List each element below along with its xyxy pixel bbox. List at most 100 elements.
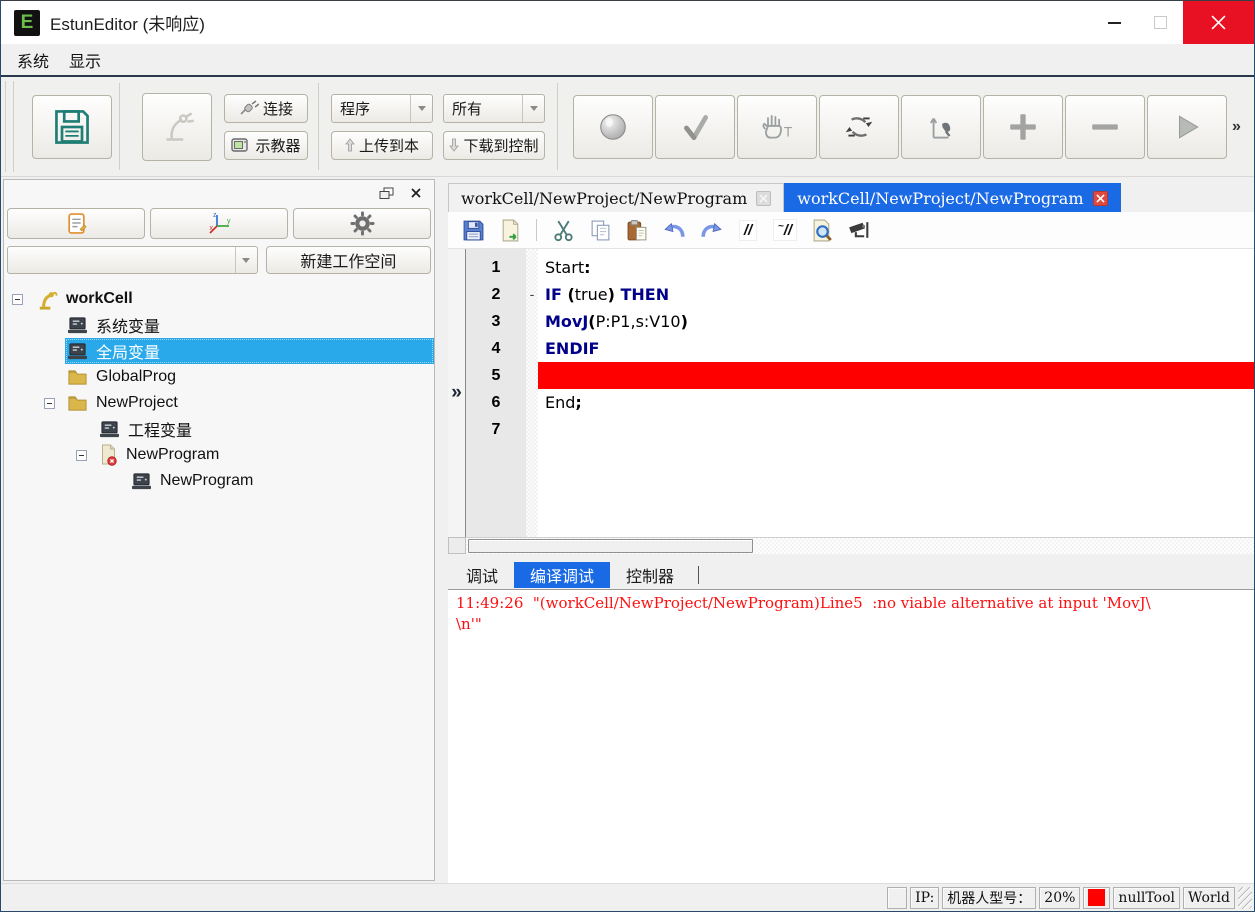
- line-number: 2: [466, 286, 526, 304]
- settings-button[interactable]: [293, 208, 431, 239]
- copy-button[interactable]: [585, 216, 615, 244]
- editor-side-strip: »: [448, 249, 466, 537]
- save-as-button[interactable]: [495, 216, 525, 244]
- tree-item-NewProgram[interactable]: NewProgram: [4, 442, 434, 468]
- dock-header: [4, 180, 434, 206]
- tree-item-GlobalProg[interactable]: GlobalProg: [4, 364, 434, 390]
- tab-close-icon[interactable]: [756, 191, 771, 206]
- axes-icon: zyx: [206, 210, 233, 237]
- upload-button[interactable]: 上传到本: [331, 131, 433, 160]
- tree-item-label: NewProject: [96, 394, 178, 412]
- tool-frame-button[interactable]: [901, 95, 981, 159]
- code-line-7[interactable]: 7: [466, 416, 1254, 443]
- play-button[interactable]: [1147, 95, 1227, 159]
- float-panel-button[interactable]: [379, 187, 394, 200]
- workspace-combo[interactable]: [7, 246, 258, 274]
- paste-button[interactable]: [622, 216, 652, 244]
- code-line-5[interactable]: 5: [466, 362, 1254, 389]
- tab-close-icon[interactable]: [1093, 191, 1108, 206]
- minus-button[interactable]: [1065, 95, 1145, 159]
- code-line-4[interactable]: 4ENDIF: [466, 335, 1254, 362]
- status-robot-model-label: 机器人型号：: [942, 887, 1036, 909]
- tree-item-全局变量[interactable]: 全局变量: [4, 338, 434, 364]
- status-frame-value: World: [1183, 887, 1235, 909]
- cut-button[interactable]: [548, 216, 578, 244]
- status-bar: IP: 机器人型号： 20% nullTool World: [1, 883, 1254, 911]
- program-type-combo[interactable]: 程序: [331, 94, 433, 123]
- panel-splitter[interactable]: [435, 177, 448, 883]
- resize-grip[interactable]: [1238, 887, 1252, 909]
- svg-text:x: x: [209, 225, 213, 232]
- variable-list-button[interactable]: [7, 208, 145, 239]
- code-line-1[interactable]: 1Start:: [466, 254, 1254, 281]
- save-all-button[interactable]: [32, 95, 112, 159]
- status-empty-cell: [887, 887, 907, 909]
- cycle-mode-button[interactable]: [819, 95, 899, 159]
- tree-item-NewProgram[interactable]: NewProgram: [4, 468, 434, 494]
- code-editor[interactable]: 1Start:2-IF (true) THEN3MovJ(P:P1,s:V10)…: [466, 249, 1254, 537]
- scrollbar-track[interactable]: [466, 537, 1254, 554]
- editor-tab-bar: workCell/NewProject/NewProgramworkCell/N…: [448, 182, 1254, 212]
- tree-expander-icon[interactable]: [12, 294, 23, 305]
- code-text: [538, 416, 1254, 443]
- line-number: 3: [466, 313, 526, 331]
- comment-button[interactable]: //: [733, 216, 763, 244]
- tree-item-NewProject[interactable]: NewProject: [4, 390, 434, 416]
- redo-button[interactable]: [696, 216, 726, 244]
- svg-text:T: T: [784, 124, 793, 139]
- code-line-3[interactable]: 3 MovJ(P:P1,s:V10): [466, 308, 1254, 335]
- expand-panel-button[interactable]: »: [451, 383, 462, 402]
- tree-item-workCell[interactable]: workCell: [4, 286, 434, 312]
- code-line-2[interactable]: 2-IF (true) THEN: [466, 281, 1254, 308]
- red-status-icon: [1088, 889, 1105, 906]
- teach-pendant-button[interactable]: 示教器: [224, 131, 308, 160]
- hand-teach-button[interactable]: T: [737, 95, 817, 159]
- code-text: IF (true) THEN: [538, 281, 1254, 308]
- output-tab-编译调试[interactable]: 编译调试: [514, 562, 610, 588]
- cycle-mode-icon: [841, 109, 877, 145]
- tree-item-工程变量[interactable]: 工程变量: [4, 416, 434, 442]
- menu-display[interactable]: 显示: [59, 44, 111, 76]
- arrow-down-icon: [449, 138, 459, 152]
- undo-button[interactable]: [659, 216, 689, 244]
- maximize-button[interactable]: [1137, 1, 1183, 44]
- toolbar-overflow-chevron[interactable]: »: [1232, 118, 1241, 136]
- close-button[interactable]: [1183, 1, 1254, 44]
- menu-system[interactable]: 系统: [7, 44, 59, 76]
- editor-tab-active[interactable]: workCell/NewProject/NewProgram: [784, 183, 1120, 212]
- monitor-cam-button[interactable]: [844, 216, 874, 244]
- save-button[interactable]: [458, 216, 488, 244]
- check-button[interactable]: [655, 95, 735, 159]
- coordinate-frames-button[interactable]: zyx: [150, 208, 288, 239]
- app-logo-icon: E: [14, 10, 40, 36]
- record-button[interactable]: [573, 95, 653, 159]
- uncomment-button[interactable]: ~//: [770, 216, 800, 244]
- editor-tab[interactable]: workCell/NewProject/NewProgram: [448, 183, 784, 212]
- robot-view-button[interactable]: [142, 93, 212, 161]
- fold-marker[interactable]: -: [526, 281, 538, 308]
- tree-item-label: GlobalProg: [96, 368, 176, 386]
- tree-item-label: workCell: [66, 290, 133, 308]
- output-tab-调试[interactable]: 调试: [450, 562, 514, 588]
- minimize-icon: [1108, 22, 1121, 24]
- output-tab-控制器[interactable]: 控制器: [610, 562, 690, 588]
- tree-expander-icon[interactable]: [76, 450, 87, 461]
- tree-expander-icon[interactable]: [44, 398, 55, 409]
- toolbar-handle[interactable]: [5, 81, 14, 172]
- close-panel-button[interactable]: [410, 187, 422, 199]
- scope-combo[interactable]: 所有: [443, 94, 545, 123]
- play-icon: [1171, 111, 1203, 143]
- clipboard-edit-icon: [65, 212, 88, 235]
- line-number: 4: [466, 340, 526, 358]
- code-text: MovJ(P:P1,s:V10): [538, 308, 1254, 335]
- new-workspace-button[interactable]: 新建工作空间: [266, 246, 431, 274]
- plus-button[interactable]: [983, 95, 1063, 159]
- maximize-icon: [1154, 16, 1167, 29]
- download-button[interactable]: 下载到控制: [443, 131, 545, 160]
- connect-button[interactable]: 连接: [224, 94, 308, 123]
- code-line-6[interactable]: 6End;: [466, 389, 1254, 416]
- find-button[interactable]: [807, 216, 837, 244]
- tree-item-系统变量[interactable]: 系统变量: [4, 312, 434, 338]
- minimize-button[interactable]: [1091, 1, 1137, 44]
- scrollbar-thumb[interactable]: [468, 539, 753, 553]
